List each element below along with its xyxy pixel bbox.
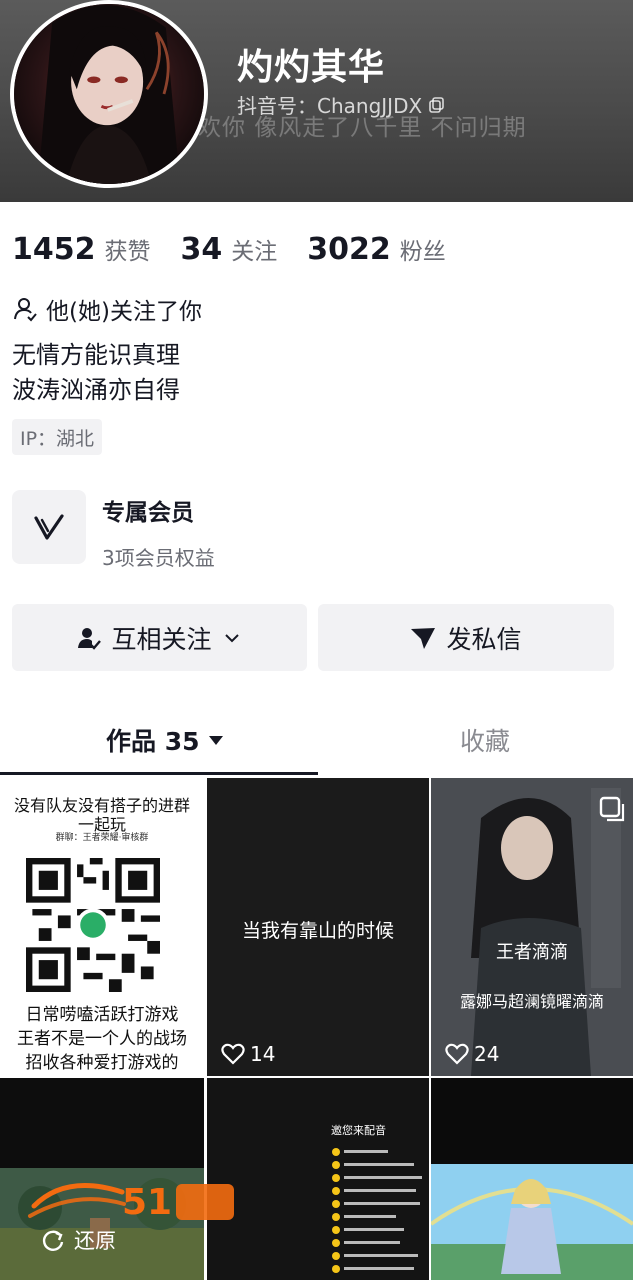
video-thumb[interactable] [431,1078,633,1280]
restore-label: 还原 [74,1229,116,1253]
membership-card[interactable]: 专属会员 3项会员权益 [12,490,215,571]
membership-title: 专属会员 [102,500,194,526]
video-text-line: 招收各种爱打游戏的 [25,1053,179,1073]
video-text-line: 王者不是一个人的战场 [17,1029,187,1049]
svg-text:51: 51 [122,1182,172,1223]
video-header: 邀您来配音 [331,1124,386,1137]
stat-likes-value: 1452 [12,232,96,267]
chevron-down-icon [224,633,239,642]
stat-followers-label: 粉丝 [399,239,446,265]
profile-stats: 1452 获赞 34 关注 3022 粉丝 [12,232,476,267]
restore-icon [42,1230,64,1251]
douyin-id-text: 抖音号：ChangJJDX [237,94,423,118]
membership-subtitle: 3项会员权益 [102,546,215,570]
restore-button[interactable]: 还原 [40,1225,116,1255]
video-thumb[interactable]: 当我有靠山的时候 14 [207,778,429,1076]
douyin-id[interactable]: 抖音号：ChangJJDX [237,90,446,119]
video-caption: 当我有靠山的时候 [241,920,394,942]
stat-followers[interactable]: 3022 粉丝 [307,232,446,267]
follows-you-text: 他(她)关注了你 [46,299,202,325]
user-check-icon [78,627,102,650]
multi-image-icon [599,796,625,822]
tab-favorites[interactable]: 收藏 [460,722,510,758]
bio: 无情方能识真理 波涛汹涌亦自得 [12,338,180,408]
user-follow-icon [14,298,37,322]
qr-code-icon [26,858,160,992]
tab-works[interactable]: 作品 35 [106,722,224,758]
video-caption: 王者滴滴 [496,942,568,963]
stat-following-label: 关注 [231,239,278,265]
dubbing-list-image [332,1148,422,1273]
like-count: 24 [445,1042,499,1066]
anime-character-image [431,1164,633,1280]
ip-location-tag: IP：湖北 [12,419,103,455]
mutual-follow-button[interactable]: 互相关注 [12,604,307,671]
membership-logo [12,490,86,564]
stat-followers-value: 3022 [307,232,391,267]
copy-icon[interactable] [428,96,446,114]
stat-likes[interactable]: 1452 获赞 [12,232,151,267]
video-caption: 露娜马超澜镜曜滴滴 [459,992,604,1011]
like-count-value: 14 [250,1042,276,1066]
stat-following[interactable]: 34 关注 [181,232,278,267]
like-count-value: 24 [474,1042,500,1066]
mutual-follow-label: 互相关注 [111,624,212,654]
avatar[interactable] [10,0,208,188]
video-thumb[interactable]: 王者滴滴 露娜马超澜镜曜滴滴 24 [431,778,633,1076]
send-message-label: 发私信 [446,624,522,654]
portrait-image [431,778,633,1076]
tab-indicator [0,772,318,775]
tab-works-label: 作品 35 [106,727,200,756]
follows-you-row: 他(她)关注了你 [12,292,202,326]
stat-following-value: 34 [180,232,223,267]
send-message-button[interactable]: 发私信 [318,604,614,671]
avatar-image [14,4,204,184]
video-thumb[interactable]: 没有队友没有搭子的进群 一起玩 群聊：王者荣耀·审核群 日常唠嗑活跃打游戏 王者… [0,778,204,1076]
heart-icon [221,1043,245,1065]
caret-down-icon [208,736,223,745]
like-count: 14 [221,1042,275,1066]
profile-name: 灼灼其华 [237,47,386,88]
send-icon [411,627,436,649]
bio-line: 无情方能识真理 [12,341,180,369]
video-subtitle: 群聊：王者荣耀·审核群 [55,833,149,843]
stat-likes-label: 获赞 [104,239,151,265]
heart-icon [445,1043,469,1065]
video-text-line: 日常唠嗑活跃打游戏 [25,1005,179,1025]
v-logo-icon [34,514,64,540]
bio-line: 波涛汹涌亦自得 [12,376,180,404]
